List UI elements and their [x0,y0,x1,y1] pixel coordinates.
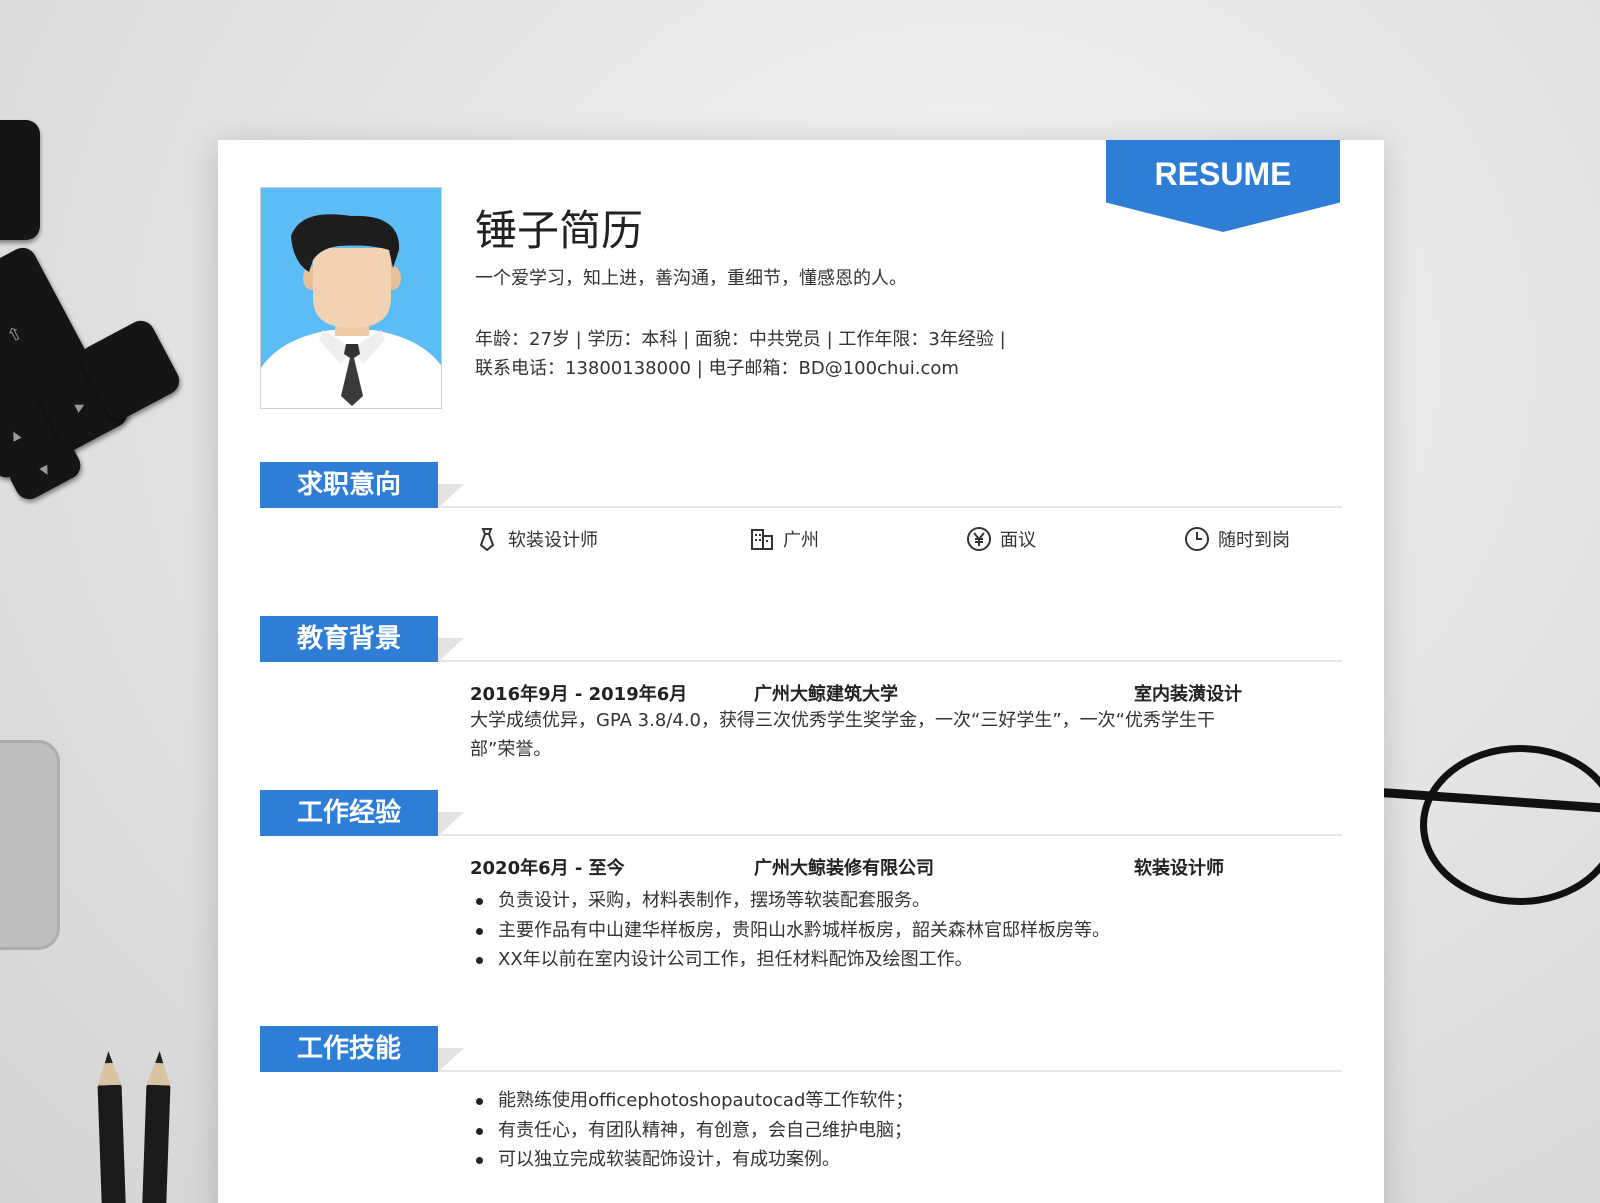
resume-name: 锤子简历 [475,206,644,255]
intent-availability: 随时到岗 [1184,526,1290,552]
list-item: 主要作品有中山建华样板房，贵阳山水黔城样板房，韶关森林官邸样板房等。 [470,916,1330,946]
list-item: 负责设计，采购，材料表制作，摆场等软装配套服务。 [470,886,1330,916]
intent-availability-label: 随时到岗 [1218,530,1290,551]
laptop-keyboard: ⇧ ▸ ▴ ▾ [0,40,185,505]
section-work-experience: 工作经验 2020年6月 - 至今 广州大鲸装修有限公司 软装设计师 负责设计，… [260,790,1342,970]
education-description-line: 部”荣誉。 [470,739,552,760]
education-description: 大学成绩优异，GPA 3.8/4.0，获得三次优秀学生奖学金，一次“三好学生”，… [470,706,1320,764]
education-school: 广州大鲸建筑大学 [754,684,898,705]
section-title: 工作技能 [260,1026,438,1072]
list-item: 能熟练使用officephotoshopautocad等工作软件； [470,1086,1330,1116]
education-major: 室内装潢设计 [1134,684,1242,705]
avatar-illustration [261,188,441,408]
avatar [260,187,442,409]
resume-motto: 一个爱学习，知上进，善沟通，重细节，懂感恩的人。 [475,268,907,289]
glasses-decoration [1380,735,1600,915]
glasses-lens [1420,745,1600,905]
intent-position-label: 软装设计师 [508,530,598,551]
section-fold-decoration [438,638,464,662]
skills-list: 能熟练使用officephotoshopautocad等工作软件； 有责任心，有… [470,1086,1330,1175]
section-title: 工作经验 [260,790,438,836]
basic-info-line: 年龄：27岁 | 学历：本科 | 面貌：中共党员 | 工作年限：3年经验 | [475,329,1006,350]
work-role: 软装设计师 [1134,858,1224,879]
keyboard-key [0,120,40,240]
list-item: XX年以前在室内设计公司工作，担任材料配饰及绘图工作。 [470,945,1330,975]
intent-city-label: 广州 [783,530,819,551]
intent-position: 软装设计师 [474,526,598,552]
list-item: 可以独立完成软装配饰设计，有成功案例。 [470,1145,1330,1175]
section-divider [438,506,1342,508]
resume-paper: RESUME 锤子简历 一个爱学习，知上进，善沟通，重细节，懂感恩的人。 年龄：… [218,140,1384,1203]
work-date: 2020年6月 - 至今 [470,858,625,879]
section-title: 教育背景 [260,616,438,662]
intent-salary: 面议 [966,526,1036,552]
laptop-trackpad [0,740,60,950]
work-company: 广州大鲸装修有限公司 [754,858,934,879]
section-header: 工作经验 [260,790,1342,838]
desk-scene: ⇧ ▸ ▴ ▾ RESUME 锤子简历 一个爱学习，知上进，善沟通，重细节，懂感… [0,0,1600,1203]
section-header: 教育背景 [260,616,1342,664]
section-fold-decoration [438,1048,464,1072]
intent-salary-label: 面议 [1000,530,1036,551]
section-divider [438,834,1342,836]
section-skills: 工作技能 能熟练使用officephotoshopautocad等工作软件； 有… [260,1026,1342,1170]
contact-info-line: 联系电话：13800138000 | 电子邮箱：BD@100chui.com [475,358,959,379]
pencil-decoration [97,1084,127,1203]
building-icon [751,529,773,550]
section-divider [438,660,1342,662]
section-job-intention: 求职意向 软装设计师 广州 面议 随时到岗 [260,462,1342,552]
yen-icon [967,527,991,551]
clock-icon [1185,527,1209,551]
section-title: 求职意向 [260,462,438,508]
work-duties-list: 负责设计，采购，材料表制作，摆场等软装配套服务。 主要作品有中山建华样板房，贵阳… [470,886,1330,975]
section-education: 教育背景 2016年9月 - 2019年6月 广州大鲸建筑大学 室内装潢设计 大… [260,616,1342,760]
section-header: 求职意向 [260,462,1342,510]
section-fold-decoration [438,812,464,836]
education-description-line: 大学成绩优异，GPA 3.8/4.0，获得三次优秀学生奖学金，一次“三好学生”，… [470,710,1215,731]
pencil-decoration [141,1084,171,1203]
section-header: 工作技能 [260,1026,1342,1074]
section-divider [438,1070,1342,1072]
list-item: 有责任心，有团队精神，有创意，会自己维护电脑； [470,1116,1330,1146]
education-date: 2016年9月 - 2019年6月 [470,684,688,705]
resume-ribbon: RESUME [1106,140,1340,232]
intent-city: 广州 [749,526,819,552]
tie-icon [479,528,495,552]
intent-row: 软装设计师 广州 面议 随时到岗 [474,526,1334,556]
section-fold-decoration [438,484,464,508]
